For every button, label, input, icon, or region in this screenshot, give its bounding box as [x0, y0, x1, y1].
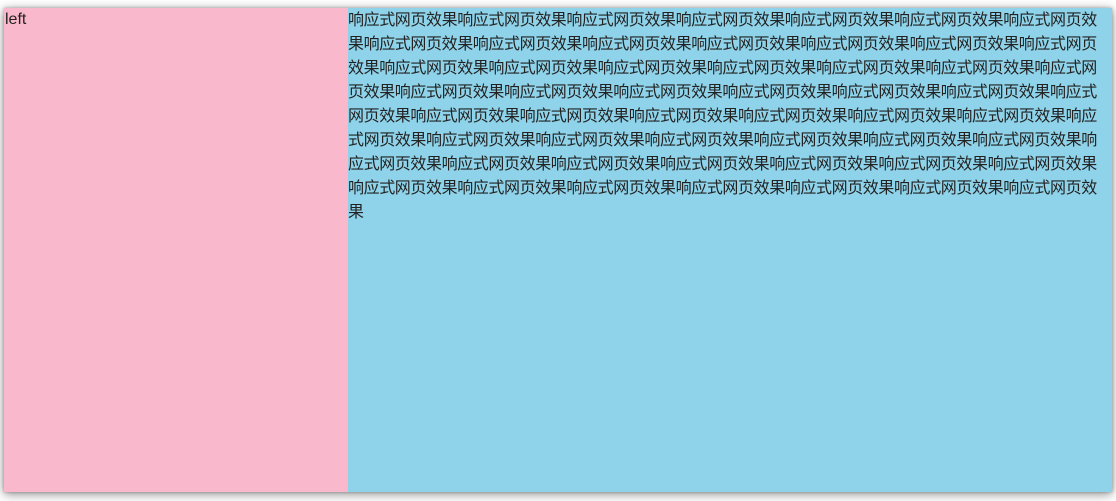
left-panel: left: [4, 8, 348, 492]
left-panel-label: left: [5, 11, 27, 28]
right-panel-text: 响应式网页效果响应式网页效果响应式网页效果响应式网页效果响应式网页效果响应式网页…: [348, 10, 1097, 221]
right-panel: 响应式网页效果响应式网页效果响应式网页效果响应式网页效果响应式网页效果响应式网页…: [348, 8, 1112, 492]
page-frame: left 响应式网页效果响应式网页效果响应式网页效果响应式网页效果响应式网页效果…: [4, 8, 1112, 492]
two-column-layout: left 响应式网页效果响应式网页效果响应式网页效果响应式网页效果响应式网页效果…: [4, 8, 1112, 492]
